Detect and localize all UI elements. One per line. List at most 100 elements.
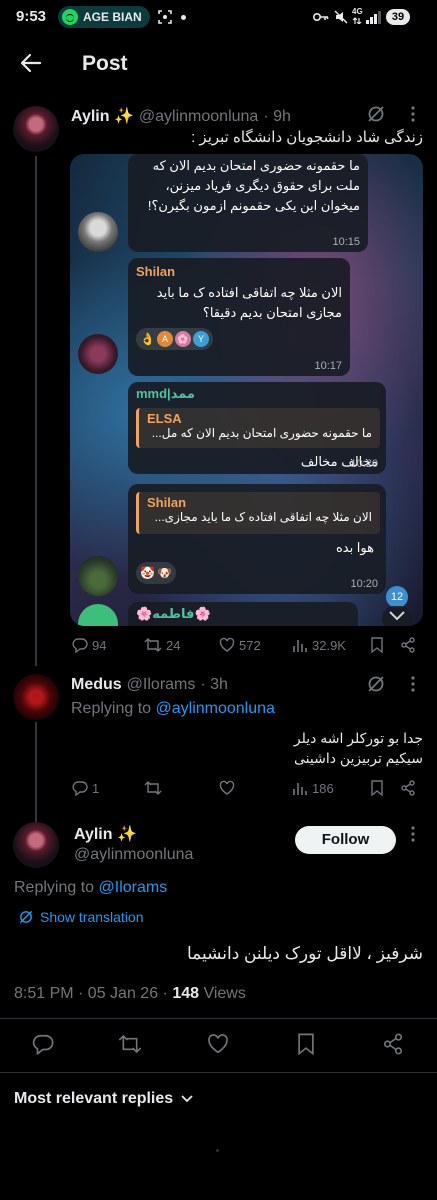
page-title: Post: [82, 52, 128, 75]
retweet-button[interactable]: [144, 780, 219, 796]
like-count: 572: [239, 637, 261, 653]
bookmark-button[interactable]: [370, 780, 400, 796]
views-icon: [293, 640, 307, 652]
replying-to: Replying to @aylinmoonluna: [71, 700, 275, 718]
reply-button[interactable]: 1: [72, 780, 144, 796]
replies-sort-label: Most relevant replies: [14, 1090, 174, 1107]
tweet-actions: 1 186: [72, 780, 422, 796]
replying-to-handle[interactable]: @Ilorams: [99, 879, 168, 896]
tweet-text-line: سیکیم تربیزین داشینی: [293, 750, 423, 766]
data-arrows-icon: [352, 12, 362, 24]
reply-button[interactable]: 94: [72, 637, 144, 653]
status-bar: 9:53 AGE BIAN 4G 39: [0, 0, 437, 34]
tweet-text: زندگی شاد دانشجویان دانشگاه تبریز :: [191, 129, 423, 146]
tweet-meta: 8:51 PM · 05 Jan 26 · 148 Views: [14, 985, 246, 1003]
clock: 9:53: [16, 8, 47, 25]
key-icon: [313, 11, 329, 23]
chat-message-text: هوا بده: [335, 540, 374, 555]
tweet-text-line: جدا بو تورکلر اشه دیلر: [293, 730, 423, 746]
share-button[interactable]: [400, 637, 416, 653]
more-options-icon[interactable]: [410, 674, 416, 694]
chat-avatar: [78, 334, 118, 374]
bookmark-icon[interactable]: [296, 1033, 316, 1055]
reaction-emoji: 👌: [140, 332, 155, 346]
show-translation-label: Show translation: [40, 909, 144, 925]
now-playing-pill[interactable]: AGE BIAN: [58, 6, 150, 28]
tweet-actions: 94 24 572 32.9K: [72, 637, 422, 653]
chevron-down-icon: [181, 1095, 193, 1103]
chat-time: 10:20: [350, 578, 378, 590]
spotify-icon: [62, 9, 78, 25]
avatar[interactable]: [13, 674, 59, 720]
heart-icon[interactable]: [207, 1033, 229, 1055]
thread-line: [35, 156, 37, 666]
mute-icon: [334, 10, 348, 24]
bookmark-icon: [371, 780, 383, 796]
handle[interactable]: @aylinmoonluna: [139, 108, 258, 126]
tweet-timestamp: 8:51 PM · 05 Jan 26 ·: [14, 985, 168, 1002]
chat-message: ما حقمونه حضوری امتحان بدیم الان که ملت …: [128, 154, 368, 252]
grok-icon[interactable]: [366, 674, 386, 694]
scroll-down-button[interactable]: [382, 606, 412, 626]
quote-text: ما حقمونه حضوری امتحان بدیم الان که مل..…: [151, 426, 372, 440]
chat-avatar: [78, 556, 118, 596]
retweet-icon: [144, 781, 162, 795]
tweet-text: جدا بو تورکلر اشه دیلر سیکیم تربیزین داش…: [71, 728, 423, 768]
signal-icon: [366, 10, 382, 24]
heart-icon: [219, 780, 235, 795]
reply-icon: [72, 781, 88, 796]
reaction-emoji: 🤡: [140, 566, 155, 580]
heart-icon: [219, 637, 235, 652]
chat-reactions: 👌 A 🌸 Y: [136, 328, 213, 350]
like-button[interactable]: 572: [219, 637, 292, 653]
views-count: 148: [172, 985, 200, 1002]
chat-time: 10:17: [314, 360, 342, 372]
share-icon[interactable]: [382, 1033, 404, 1055]
replying-to-label: Replying to: [14, 879, 95, 896]
share-button[interactable]: [400, 780, 416, 796]
more-options-icon[interactable]: [410, 104, 416, 124]
display-name[interactable]: Aylin ✨: [74, 824, 137, 844]
chat-sender: mmd|ممد: [136, 386, 195, 401]
divider: [0, 1018, 437, 1019]
views-button[interactable]: 32.9K: [292, 637, 370, 653]
time-ago: · 3h: [200, 676, 228, 693]
divider: [0, 1072, 437, 1073]
reaction-emoji: 🐶: [156, 566, 172, 580]
tweet-media-image[interactable]: ما حقمونه حضوری امتحان بدیم الان که ملت …: [70, 154, 423, 626]
retweet-count: 24: [166, 637, 181, 653]
main-tweet-actions: [0, 1032, 437, 1058]
views-button[interactable]: 186: [292, 780, 370, 796]
avatar[interactable]: [13, 822, 59, 868]
grok-icon: [19, 910, 33, 924]
replying-to-handle[interactable]: @aylinmoonluna: [156, 700, 275, 717]
replying-to-label: Replying to: [71, 700, 152, 717]
handle[interactable]: @Ilorams: [127, 676, 196, 694]
grok-icon[interactable]: [366, 104, 386, 124]
tweet-header: Aylin ✨ @aylinmoonluna · 9h: [71, 106, 291, 126]
more-options-icon[interactable]: [410, 824, 416, 844]
display-name[interactable]: Medus: [71, 676, 122, 694]
retweet-button[interactable]: 24: [144, 637, 219, 653]
views-count: 186: [312, 780, 334, 796]
like-button[interactable]: [219, 780, 292, 796]
views-icon: [293, 783, 307, 795]
handle[interactable]: @aylinmoonluna: [74, 846, 193, 864]
share-icon: [401, 637, 415, 653]
chat-time: 10:15: [332, 236, 360, 248]
battery-indicator: 39: [386, 9, 410, 25]
reply-icon: [72, 638, 88, 653]
bookmark-button[interactable]: [370, 637, 400, 653]
chat-sender: 🌸فاطمه🌸: [136, 606, 211, 621]
display-name[interactable]: Aylin ✨: [71, 106, 134, 126]
views-count: 32.9K: [312, 637, 346, 653]
chat-message-text: الان مثلا چه اتفاقی افتاده ک ما باید مجا…: [156, 285, 342, 320]
reply-icon[interactable]: [32, 1033, 54, 1055]
back-arrow-icon[interactable]: [20, 52, 42, 74]
show-translation-button[interactable]: Show translation: [18, 909, 144, 925]
replies-sort-dropdown[interactable]: Most relevant replies: [14, 1090, 193, 1108]
quote-sender: Shilan: [147, 495, 187, 510]
avatar[interactable]: [13, 106, 59, 152]
follow-button[interactable]: Follow: [295, 826, 396, 854]
retweet-icon[interactable]: [118, 1033, 142, 1055]
